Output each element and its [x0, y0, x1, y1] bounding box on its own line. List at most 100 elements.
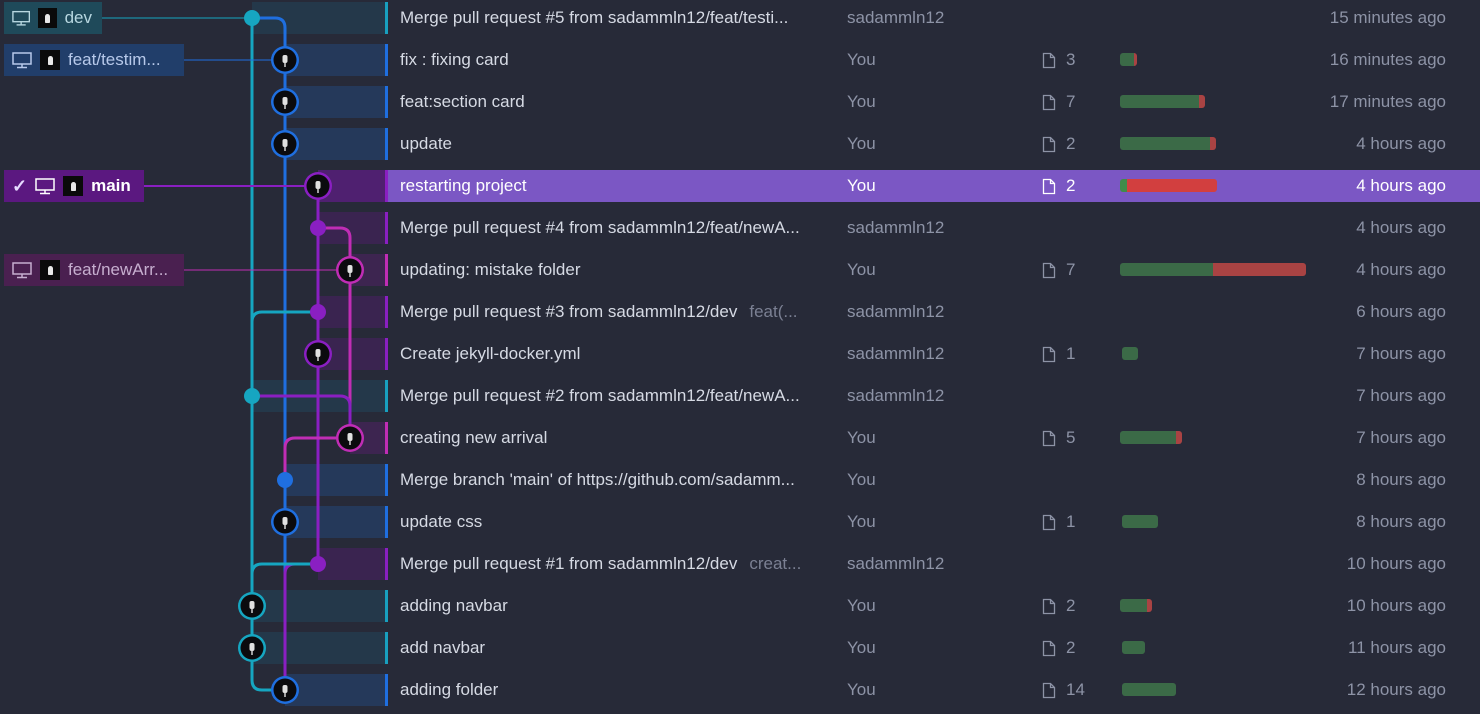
- avatar-figure: [315, 181, 321, 189]
- commit-message: updating: mistake folder: [400, 260, 581, 279]
- commit-description: feat(...: [749, 302, 798, 321]
- changed-files-count: 5: [1066, 428, 1076, 447]
- branch-label[interactable]: ✓ main: [4, 170, 144, 202]
- branch-label[interactable]: feat/testim...: [4, 44, 184, 76]
- changed-files-count: 2: [1066, 638, 1076, 657]
- commit-author: You: [847, 50, 876, 69]
- commit-author: sadammln12: [847, 386, 945, 405]
- row-edge: [385, 170, 388, 202]
- deletions-bar: [1199, 95, 1205, 108]
- avatar-figure: [282, 139, 288, 147]
- changed-files: 2: [1042, 126, 1112, 162]
- commit-message: adding folder: [400, 680, 499, 699]
- merge-commit-dot: [244, 10, 260, 26]
- branch-name: feat/newArr...: [68, 260, 169, 279]
- additions-bar: [1120, 53, 1134, 66]
- commit-message: update: [400, 134, 452, 153]
- additions-bar: [1120, 599, 1147, 612]
- additions-bar: [1122, 347, 1138, 360]
- row-edge: [385, 128, 388, 160]
- changed-files: 1: [1042, 336, 1112, 372]
- avatar-figure-stem: [349, 273, 351, 277]
- file-icon: [1042, 136, 1056, 152]
- row-edge: [385, 506, 388, 538]
- branch-name: main: [91, 176, 131, 195]
- row-edge: [385, 296, 388, 328]
- changed-files: 2: [1042, 588, 1112, 624]
- commit-author: You: [847, 92, 876, 111]
- commit-author: You: [847, 428, 876, 447]
- commit-author: You: [847, 512, 876, 531]
- commit-message: Merge pull request #5 from sadammln12/fe…: [400, 8, 789, 27]
- row-edge: [385, 86, 388, 118]
- row-edge: [385, 380, 388, 412]
- merge-commit-dot: [310, 304, 326, 320]
- file-icon: [1042, 640, 1056, 656]
- commit-author: You: [847, 176, 876, 195]
- commit-date: 4 hours ago: [1356, 176, 1446, 195]
- row-stripe: [318, 296, 386, 328]
- changed-files: 2: [1042, 168, 1112, 204]
- avatar-figure: [249, 643, 255, 651]
- row-stripe: [285, 128, 386, 160]
- commit-author: You: [847, 680, 876, 699]
- change-stats-bar: [1120, 599, 1152, 612]
- file-icon: [1042, 94, 1056, 110]
- avatar-icon: [40, 260, 60, 280]
- row-stripe: [318, 548, 386, 580]
- additions-bar: [1122, 683, 1176, 696]
- avatar-figure-stem: [251, 651, 253, 655]
- changed-files-count: 2: [1066, 596, 1076, 615]
- avatar-figure-stem: [284, 63, 286, 67]
- deletions-bar: [1147, 599, 1152, 612]
- commit-date: 16 minutes ago: [1329, 50, 1446, 69]
- commit-date: 7 hours ago: [1356, 344, 1446, 363]
- additions-bar: [1120, 263, 1213, 276]
- commit-author: You: [847, 596, 876, 615]
- change-stats-bar: [1120, 179, 1217, 192]
- commit-description: creat...: [749, 554, 802, 573]
- changed-files-count: 1: [1066, 344, 1076, 363]
- changed-files: 5: [1042, 420, 1112, 456]
- additions-bar: [1120, 431, 1176, 444]
- changed-files-count: 3: [1066, 50, 1076, 69]
- avatar-figure-stem: [317, 357, 319, 361]
- branch-label[interactable]: feat/newArr...: [4, 254, 184, 286]
- commit-message: Merge pull request #1 from sadammln12/de…: [400, 554, 802, 573]
- commit-date: 7 hours ago: [1356, 386, 1446, 405]
- change-stats-bar: [1120, 431, 1182, 444]
- check-icon: ✓: [12, 176, 28, 196]
- avatar-figure-stem: [284, 525, 286, 529]
- changed-files-count: 14: [1066, 680, 1085, 699]
- merge-commit-dot: [244, 388, 260, 404]
- deletions-bar: [1127, 179, 1217, 192]
- row-edge: [385, 212, 388, 244]
- avatar-figure: [282, 517, 288, 525]
- changed-files: 1: [1042, 504, 1112, 540]
- monitor-icon: [12, 261, 32, 278]
- avatar-figure: [282, 97, 288, 105]
- changed-files: 7: [1042, 84, 1112, 120]
- row-edge: [385, 548, 388, 580]
- commit-date: 11 hours ago: [1348, 638, 1446, 657]
- avatar-figure: [347, 265, 353, 273]
- change-stats-bar: [1122, 641, 1145, 654]
- commit-author: sadammln12: [847, 8, 945, 27]
- commit-message: Merge pull request #4 from sadammln12/fe…: [400, 218, 800, 237]
- commit-date: 4 hours ago: [1356, 218, 1446, 237]
- commit-author: You: [847, 134, 876, 153]
- commit-date: 4 hours ago: [1356, 260, 1446, 279]
- additions-bar: [1120, 179, 1127, 192]
- commit-message: Merge branch 'main' of https://github.co…: [400, 470, 795, 489]
- avatar-icon: [38, 8, 57, 28]
- commit-author: You: [847, 260, 876, 279]
- row-stripe: [285, 464, 386, 496]
- commit-message: fix : fixing card: [400, 50, 509, 69]
- branch-label[interactable]: dev: [4, 2, 102, 34]
- avatar-figure: [249, 601, 255, 609]
- changed-files-count: 2: [1066, 134, 1076, 153]
- commit-author: sadammln12: [847, 344, 945, 363]
- commit-message: feat:section card: [400, 92, 525, 111]
- file-icon: [1042, 346, 1056, 362]
- merge-commit-dot: [310, 556, 326, 572]
